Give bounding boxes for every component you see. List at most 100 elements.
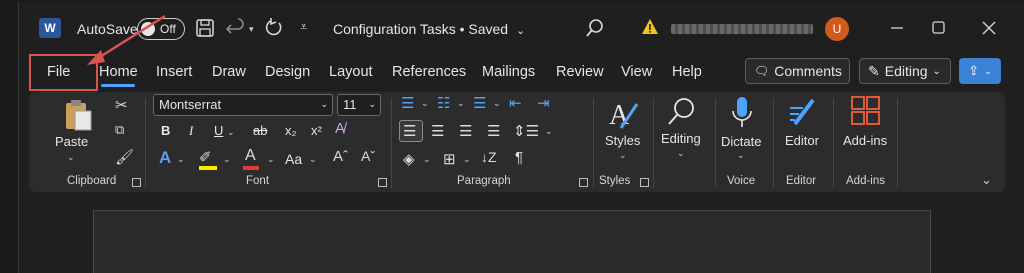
editing-group-button[interactable]: Editing — [661, 131, 701, 146]
dictate-dropdown-icon[interactable]: ⌄ — [737, 150, 745, 161]
editing-mode-button[interactable]: ✎ Editing ⌄ — [859, 58, 951, 84]
tab-layout[interactable]: Layout — [329, 64, 373, 80]
styles-icon[interactable]: A — [607, 98, 639, 130]
strikethrough-button[interactable]: ab — [253, 123, 267, 138]
borders-dropdown-icon[interactable]: ⌄ — [463, 154, 471, 165]
line-spacing-icon[interactable]: ⇕☰ — [513, 122, 539, 140]
italic-button[interactable]: I — [189, 123, 193, 139]
customize-icon[interactable]: ⩡ — [300, 19, 307, 35]
grow-font-icon[interactable]: Aˆ — [333, 148, 348, 165]
tab-insert[interactable]: Insert — [156, 64, 192, 80]
undo-dropdown-icon[interactable]: ▾ — [249, 24, 254, 35]
tab-design[interactable]: Design — [265, 64, 310, 80]
comments-button[interactable]: 🗨 Comments — [745, 58, 850, 84]
tab-review[interactable]: Review — [556, 64, 604, 80]
editor-icon[interactable] — [787, 96, 817, 128]
bold-button[interactable]: B — [161, 123, 170, 138]
warning-icon[interactable] — [641, 18, 659, 36]
font-color-dropdown-icon[interactable]: ⌄ — [267, 154, 275, 165]
change-case-button[interactable]: Aa — [285, 151, 302, 167]
shading-dropdown-icon[interactable]: ⌄ — [423, 154, 431, 165]
copy-icon[interactable]: ⧉ — [115, 122, 124, 138]
undo-icon[interactable] — [225, 18, 247, 38]
font-size-select[interactable]: 11 ⌄ — [337, 94, 381, 116]
align-left-icon[interactable]: ☰ — [403, 122, 416, 140]
share-button[interactable]: ⇪ ⌄ — [959, 58, 1001, 84]
paragraph-launcher-icon[interactable] — [579, 178, 588, 187]
cut-icon[interactable]: ✂ — [115, 96, 128, 114]
format-painter-icon[interactable]: 🖌 — [115, 148, 134, 166]
avatar[interactable]: U — [825, 17, 849, 41]
redo-icon[interactable] — [263, 17, 285, 39]
editing-dropdown-icon[interactable]: ⌄ — [677, 148, 685, 159]
clipboard-launcher-icon[interactable] — [132, 178, 141, 187]
bullets-dropdown-icon[interactable]: ⌄ — [421, 98, 429, 109]
search-icon[interactable] — [585, 18, 605, 38]
text-effects-icon[interactable]: A — [159, 148, 171, 168]
align-right-icon[interactable]: ☰ — [459, 122, 472, 140]
change-case-dropdown-icon[interactable]: ⌄ — [309, 154, 317, 165]
styles-label[interactable]: Styles — [605, 133, 640, 148]
tab-view[interactable]: View — [621, 64, 652, 80]
tab-home[interactable]: Home — [99, 64, 138, 80]
ribbon-options-icon[interactable]: ⌄ — [981, 172, 992, 188]
justify-icon[interactable]: ☰ — [487, 122, 500, 140]
text-effects-dropdown-icon[interactable]: ⌄ — [177, 154, 185, 165]
numbering-icon[interactable]: ☷ — [437, 94, 450, 112]
font-group-label: Font — [246, 175, 270, 187]
multilevel-dropdown-icon[interactable]: ⌄ — [493, 98, 501, 109]
multilevel-list-icon[interactable]: ☰ — [473, 94, 486, 112]
show-formatting-icon[interactable]: ¶ — [515, 149, 523, 166]
line-spacing-dropdown-icon[interactable]: ⌄ — [545, 126, 553, 137]
underline-dropdown-icon[interactable]: ⌄ — [227, 127, 235, 138]
styles-dropdown-icon[interactable]: ⌄ — [619, 150, 627, 161]
find-icon[interactable] — [665, 96, 699, 126]
separator — [653, 98, 654, 188]
tab-file[interactable]: File — [47, 64, 70, 80]
shrink-font-icon[interactable]: Aˇ — [361, 148, 375, 164]
align-center-icon[interactable]: ☰ — [431, 122, 444, 140]
minimize-icon[interactable] — [889, 20, 905, 36]
sort-icon[interactable]: ↓Z — [481, 149, 497, 165]
microphone-icon[interactable] — [731, 96, 753, 130]
add-ins-icon[interactable] — [851, 96, 881, 126]
bullets-icon[interactable]: ☰ — [401, 94, 414, 112]
borders-icon[interactable]: ⊞ — [443, 150, 456, 168]
tab-draw[interactable]: Draw — [212, 64, 246, 80]
separator — [773, 98, 774, 188]
paste-label[interactable]: Paste — [55, 134, 88, 149]
maximize-icon[interactable] — [931, 20, 947, 36]
clear-formatting-icon[interactable]: A̸ — [335, 120, 345, 137]
editing-mode-label: Editing — [884, 63, 928, 79]
word-logo: W — [39, 18, 61, 38]
styles-group-label: Styles — [599, 175, 631, 187]
font-name-select[interactable]: Montserrat ⌄ — [153, 94, 333, 116]
underline-button[interactable]: U — [214, 123, 223, 138]
superscript-button[interactable]: x² — [311, 123, 322, 138]
tab-help[interactable]: Help — [672, 64, 702, 80]
paste-dropdown-icon[interactable]: ⌄ — [67, 152, 75, 163]
separator — [593, 98, 594, 188]
save-icon[interactable] — [195, 18, 215, 38]
chevron-down-icon: ⌄ — [984, 65, 992, 76]
font-color-icon[interactable]: A — [245, 147, 256, 165]
add-ins-button[interactable]: Add-ins — [843, 133, 887, 148]
font-launcher-icon[interactable] — [378, 178, 387, 187]
styles-launcher-icon[interactable] — [640, 178, 649, 187]
decrease-indent-icon[interactable]: ⇤ — [509, 94, 522, 112]
document-page[interactable] — [93, 210, 931, 273]
paste-icon[interactable] — [63, 98, 93, 132]
close-icon[interactable] — [981, 20, 997, 36]
tab-mailings[interactable]: Mailings — [482, 64, 535, 80]
increase-indent-icon[interactable]: ⇥ — [537, 94, 550, 112]
tab-references[interactable]: References — [392, 64, 466, 80]
editor-button[interactable]: Editor — [785, 133, 819, 148]
document-title[interactable]: Configuration Tasks • Saved ⌄ — [333, 21, 525, 37]
numbering-dropdown-icon[interactable]: ⌄ — [457, 98, 465, 109]
comments-label: Comments — [774, 63, 842, 79]
highlight-dropdown-icon[interactable]: ⌄ — [223, 154, 231, 165]
highlight-icon[interactable]: ✐ — [199, 148, 212, 166]
dictate-button[interactable]: Dictate — [721, 134, 761, 149]
shading-icon[interactable]: ◈ — [403, 150, 415, 168]
subscript-button[interactable]: x₂ — [285, 123, 297, 138]
